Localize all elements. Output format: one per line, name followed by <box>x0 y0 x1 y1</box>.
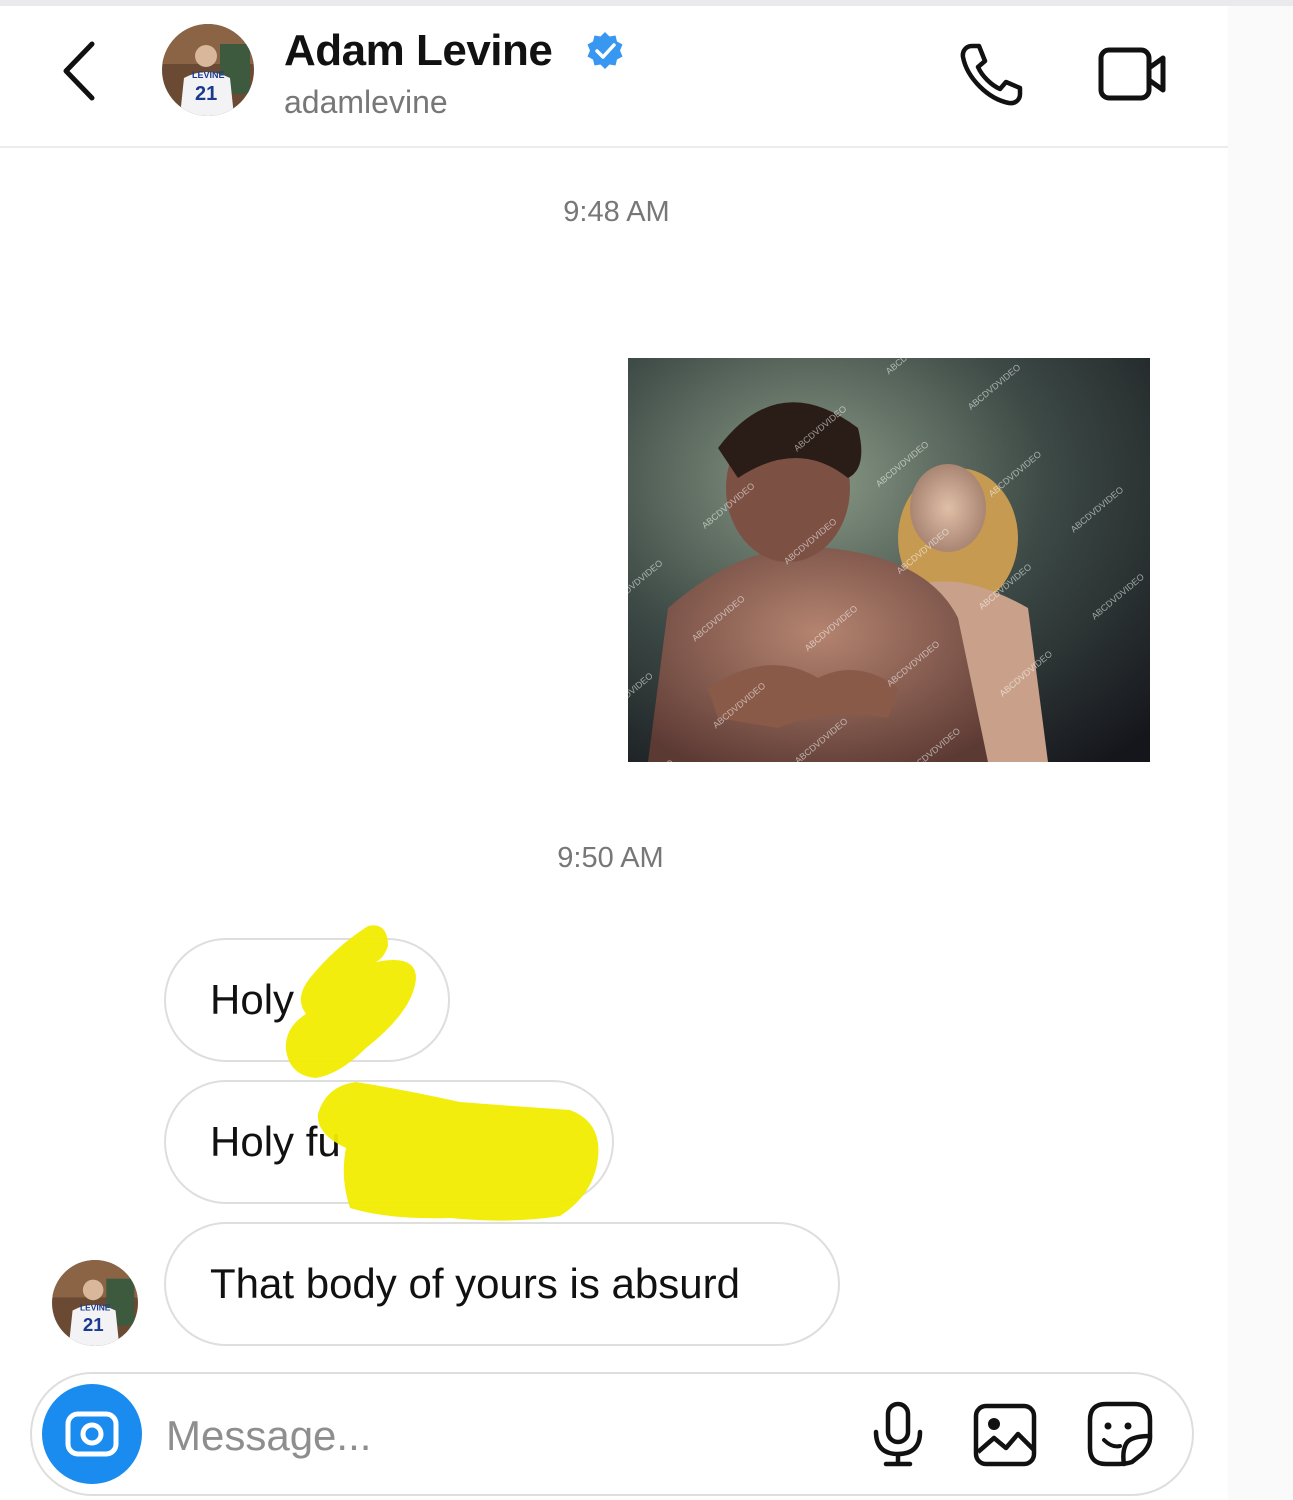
camera-icon <box>65 1411 119 1457</box>
svg-text:LEVINE: LEVINE <box>192 70 225 80</box>
message-timestamp: 9:48 AM <box>563 196 670 228</box>
contact-name[interactable]: Adam Levine <box>284 26 553 76</box>
contact-username: adamlevine <box>284 84 448 120</box>
gallery-button[interactable] <box>972 1402 1038 1468</box>
video-call-button[interactable] <box>1097 42 1171 106</box>
svg-text:21: 21 <box>195 83 217 105</box>
photo-content: ABCDVDVIDEO ABCDVDVIDEO ABCDVDVIDEO ABCD… <box>628 358 1150 762</box>
voice-message-button[interactable] <box>868 1400 928 1470</box>
message-timestamp: 9:50 AM <box>557 842 664 874</box>
message-bubble[interactable]: Holy <box>164 938 450 1062</box>
video-camera-icon <box>1098 47 1166 101</box>
sticker-button[interactable] <box>1086 1400 1154 1468</box>
back-button[interactable] <box>56 36 106 106</box>
svg-text:LEVINE: LEVINE <box>80 1302 111 1312</box>
chevron-left-icon <box>63 41 95 101</box>
message-bubble[interactable]: Holy fu <box>164 1080 614 1204</box>
profile-photo: LEVINE 21 <box>162 24 254 116</box>
message-text: That body of yours is absurd <box>210 1260 740 1307</box>
phone-icon <box>960 43 1023 106</box>
shared-photo[interactable]: ABCDVDVIDEO ABCDVDVIDEO ABCDVDVIDEO ABCD… <box>628 358 1150 762</box>
microphone-icon <box>873 1401 923 1467</box>
avatar[interactable]: LEVINE 21 <box>52 1260 138 1346</box>
chat-header: LEVINE 21 Adam Levine adamlevine <box>0 6 1228 148</box>
svg-text:21: 21 <box>83 1314 104 1335</box>
avatar[interactable]: LEVINE 21 <box>162 24 254 116</box>
verified-badge-icon <box>584 30 626 72</box>
message-text: Holy fu <box>210 1118 341 1165</box>
profile-photo: LEVINE 21 <box>52 1260 138 1346</box>
gallery-icon <box>973 1403 1037 1467</box>
side-edge <box>1228 6 1293 1500</box>
camera-button[interactable] <box>42 1384 142 1484</box>
message-composer <box>30 1372 1194 1496</box>
message-bubble[interactable]: That body of yours is absurd <box>164 1222 840 1346</box>
message-input[interactable] <box>166 1406 826 1466</box>
sticker-icon <box>1087 1401 1153 1467</box>
voice-call-button[interactable] <box>958 42 1028 108</box>
message-text: Holy <box>210 976 295 1023</box>
